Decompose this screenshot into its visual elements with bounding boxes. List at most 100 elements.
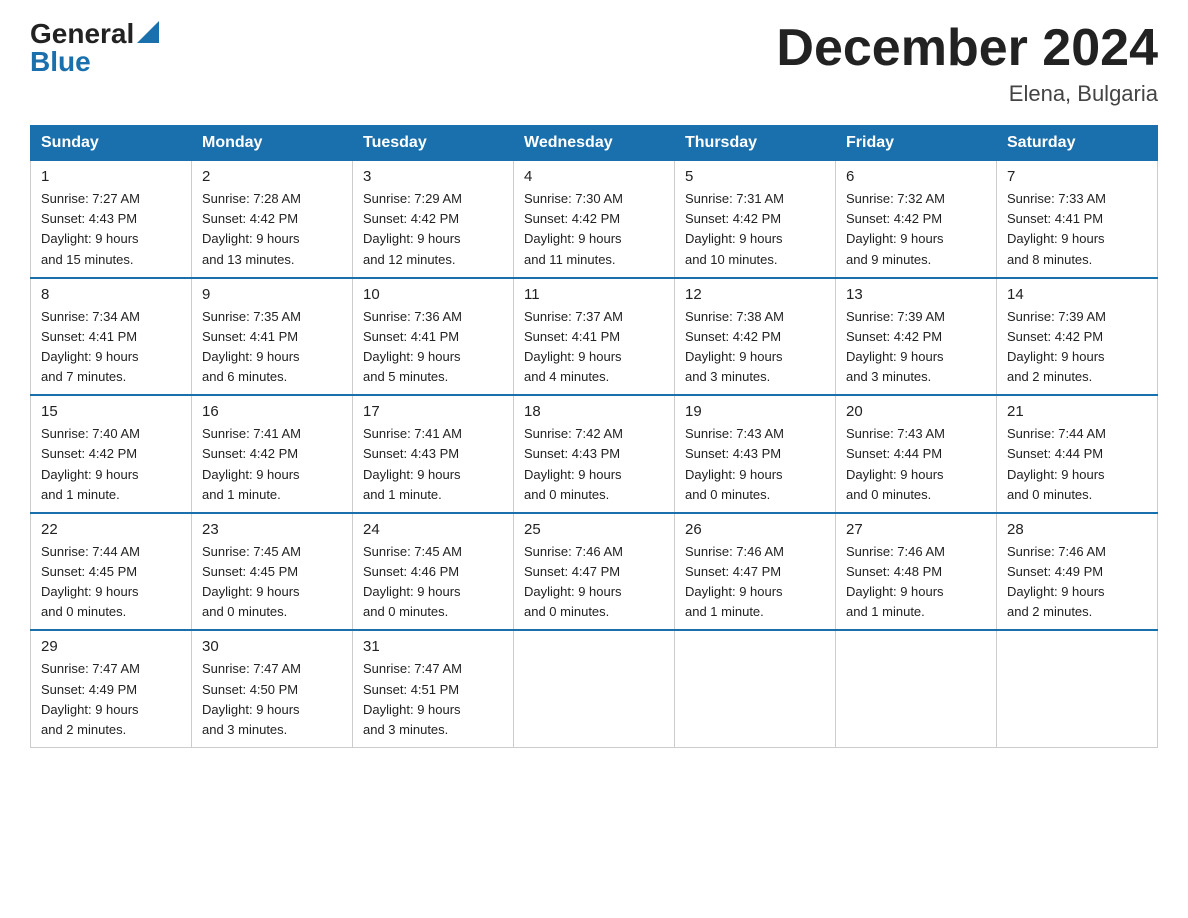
calendar-cell: 19 Sunrise: 7:43 AM Sunset: 4:43 PM Dayl… (675, 395, 836, 513)
calendar-cell: 9 Sunrise: 7:35 AM Sunset: 4:41 PM Dayli… (192, 278, 353, 396)
day-info: Sunrise: 7:43 AM Sunset: 4:44 PM Dayligh… (846, 424, 986, 505)
day-number: 3 (363, 168, 503, 185)
day-info: Sunrise: 7:33 AM Sunset: 4:41 PM Dayligh… (1007, 189, 1147, 270)
day-info: Sunrise: 7:45 AM Sunset: 4:46 PM Dayligh… (363, 542, 503, 623)
day-number: 11 (524, 286, 664, 303)
calendar-cell: 30 Sunrise: 7:47 AM Sunset: 4:50 PM Dayl… (192, 630, 353, 747)
calendar-cell (836, 630, 997, 747)
day-number: 10 (363, 286, 503, 303)
calendar-cell: 21 Sunrise: 7:44 AM Sunset: 4:44 PM Dayl… (997, 395, 1158, 513)
calendar-cell: 31 Sunrise: 7:47 AM Sunset: 4:51 PM Dayl… (353, 630, 514, 747)
col-sunday: Sunday (31, 126, 192, 161)
title-block: December 2024 Elena, Bulgaria (776, 20, 1158, 107)
col-wednesday: Wednesday (514, 126, 675, 161)
calendar-table: Sunday Monday Tuesday Wednesday Thursday… (30, 125, 1158, 748)
day-info: Sunrise: 7:30 AM Sunset: 4:42 PM Dayligh… (524, 189, 664, 270)
calendar-week-4: 22 Sunrise: 7:44 AM Sunset: 4:45 PM Dayl… (31, 513, 1158, 631)
day-info: Sunrise: 7:47 AM Sunset: 4:50 PM Dayligh… (202, 659, 342, 740)
day-info: Sunrise: 7:46 AM Sunset: 4:49 PM Dayligh… (1007, 542, 1147, 623)
calendar-cell: 17 Sunrise: 7:41 AM Sunset: 4:43 PM Dayl… (353, 395, 514, 513)
calendar-cell: 28 Sunrise: 7:46 AM Sunset: 4:49 PM Dayl… (997, 513, 1158, 631)
day-number: 6 (846, 168, 986, 185)
calendar-week-2: 8 Sunrise: 7:34 AM Sunset: 4:41 PM Dayli… (31, 278, 1158, 396)
day-number: 13 (846, 286, 986, 303)
calendar-week-1: 1 Sunrise: 7:27 AM Sunset: 4:43 PM Dayli… (31, 161, 1158, 278)
day-info: Sunrise: 7:44 AM Sunset: 4:44 PM Dayligh… (1007, 424, 1147, 505)
day-number: 29 (41, 638, 181, 655)
logo-blue-text: Blue (30, 46, 91, 77)
calendar-cell: 20 Sunrise: 7:43 AM Sunset: 4:44 PM Dayl… (836, 395, 997, 513)
day-number: 20 (846, 403, 986, 420)
day-info: Sunrise: 7:39 AM Sunset: 4:42 PM Dayligh… (846, 307, 986, 388)
day-info: Sunrise: 7:37 AM Sunset: 4:41 PM Dayligh… (524, 307, 664, 388)
calendar-cell: 7 Sunrise: 7:33 AM Sunset: 4:41 PM Dayli… (997, 161, 1158, 278)
day-info: Sunrise: 7:47 AM Sunset: 4:49 PM Dayligh… (41, 659, 181, 740)
day-number: 23 (202, 521, 342, 538)
calendar-cell: 18 Sunrise: 7:42 AM Sunset: 4:43 PM Dayl… (514, 395, 675, 513)
calendar-cell (514, 630, 675, 747)
day-number: 17 (363, 403, 503, 420)
day-info: Sunrise: 7:45 AM Sunset: 4:45 PM Dayligh… (202, 542, 342, 623)
calendar-cell: 25 Sunrise: 7:46 AM Sunset: 4:47 PM Dayl… (514, 513, 675, 631)
calendar-cell: 13 Sunrise: 7:39 AM Sunset: 4:42 PM Dayl… (836, 278, 997, 396)
col-tuesday: Tuesday (353, 126, 514, 161)
day-info: Sunrise: 7:41 AM Sunset: 4:42 PM Dayligh… (202, 424, 342, 505)
calendar-cell: 4 Sunrise: 7:30 AM Sunset: 4:42 PM Dayli… (514, 161, 675, 278)
calendar-cell: 2 Sunrise: 7:28 AM Sunset: 4:42 PM Dayli… (192, 161, 353, 278)
day-info: Sunrise: 7:40 AM Sunset: 4:42 PM Dayligh… (41, 424, 181, 505)
col-friday: Friday (836, 126, 997, 161)
day-number: 27 (846, 521, 986, 538)
calendar-cell: 16 Sunrise: 7:41 AM Sunset: 4:42 PM Dayl… (192, 395, 353, 513)
day-info: Sunrise: 7:32 AM Sunset: 4:42 PM Dayligh… (846, 189, 986, 270)
col-saturday: Saturday (997, 126, 1158, 161)
calendar-cell: 15 Sunrise: 7:40 AM Sunset: 4:42 PM Dayl… (31, 395, 192, 513)
day-number: 1 (41, 168, 181, 185)
calendar-cell: 27 Sunrise: 7:46 AM Sunset: 4:48 PM Dayl… (836, 513, 997, 631)
logo: General Blue (30, 20, 159, 76)
day-info: Sunrise: 7:35 AM Sunset: 4:41 PM Dayligh… (202, 307, 342, 388)
calendar-cell: 1 Sunrise: 7:27 AM Sunset: 4:43 PM Dayli… (31, 161, 192, 278)
day-number: 8 (41, 286, 181, 303)
day-number: 15 (41, 403, 181, 420)
day-info: Sunrise: 7:34 AM Sunset: 4:41 PM Dayligh… (41, 307, 181, 388)
day-number: 4 (524, 168, 664, 185)
day-info: Sunrise: 7:28 AM Sunset: 4:42 PM Dayligh… (202, 189, 342, 270)
calendar-cell: 6 Sunrise: 7:32 AM Sunset: 4:42 PM Dayli… (836, 161, 997, 278)
day-number: 21 (1007, 403, 1147, 420)
day-number: 25 (524, 521, 664, 538)
day-info: Sunrise: 7:38 AM Sunset: 4:42 PM Dayligh… (685, 307, 825, 388)
location: Elena, Bulgaria (776, 81, 1158, 107)
calendar-cell (997, 630, 1158, 747)
day-number: 2 (202, 168, 342, 185)
calendar-cell: 8 Sunrise: 7:34 AM Sunset: 4:41 PM Dayli… (31, 278, 192, 396)
day-number: 19 (685, 403, 825, 420)
day-number: 9 (202, 286, 342, 303)
day-info: Sunrise: 7:46 AM Sunset: 4:47 PM Dayligh… (685, 542, 825, 623)
day-number: 5 (685, 168, 825, 185)
calendar-header-row: Sunday Monday Tuesday Wednesday Thursday… (31, 126, 1158, 161)
calendar-cell: 10 Sunrise: 7:36 AM Sunset: 4:41 PM Dayl… (353, 278, 514, 396)
calendar-cell: 24 Sunrise: 7:45 AM Sunset: 4:46 PM Dayl… (353, 513, 514, 631)
calendar-cell: 26 Sunrise: 7:46 AM Sunset: 4:47 PM Dayl… (675, 513, 836, 631)
col-monday: Monday (192, 126, 353, 161)
day-info: Sunrise: 7:39 AM Sunset: 4:42 PM Dayligh… (1007, 307, 1147, 388)
day-number: 18 (524, 403, 664, 420)
day-number: 31 (363, 638, 503, 655)
month-title: December 2024 (776, 20, 1158, 77)
calendar-cell: 3 Sunrise: 7:29 AM Sunset: 4:42 PM Dayli… (353, 161, 514, 278)
day-info: Sunrise: 7:36 AM Sunset: 4:41 PM Dayligh… (363, 307, 503, 388)
calendar-cell: 12 Sunrise: 7:38 AM Sunset: 4:42 PM Dayl… (675, 278, 836, 396)
day-info: Sunrise: 7:44 AM Sunset: 4:45 PM Dayligh… (41, 542, 181, 623)
day-number: 28 (1007, 521, 1147, 538)
calendar-cell: 14 Sunrise: 7:39 AM Sunset: 4:42 PM Dayl… (997, 278, 1158, 396)
day-info: Sunrise: 7:46 AM Sunset: 4:47 PM Dayligh… (524, 542, 664, 623)
day-info: Sunrise: 7:41 AM Sunset: 4:43 PM Dayligh… (363, 424, 503, 505)
logo-general-text: General (30, 20, 134, 48)
page-header: General Blue December 2024 Elena, Bulgar… (30, 20, 1158, 107)
day-info: Sunrise: 7:31 AM Sunset: 4:42 PM Dayligh… (685, 189, 825, 270)
day-info: Sunrise: 7:42 AM Sunset: 4:43 PM Dayligh… (524, 424, 664, 505)
logo-triangle-icon (137, 21, 159, 43)
calendar-cell: 23 Sunrise: 7:45 AM Sunset: 4:45 PM Dayl… (192, 513, 353, 631)
day-info: Sunrise: 7:43 AM Sunset: 4:43 PM Dayligh… (685, 424, 825, 505)
day-number: 22 (41, 521, 181, 538)
